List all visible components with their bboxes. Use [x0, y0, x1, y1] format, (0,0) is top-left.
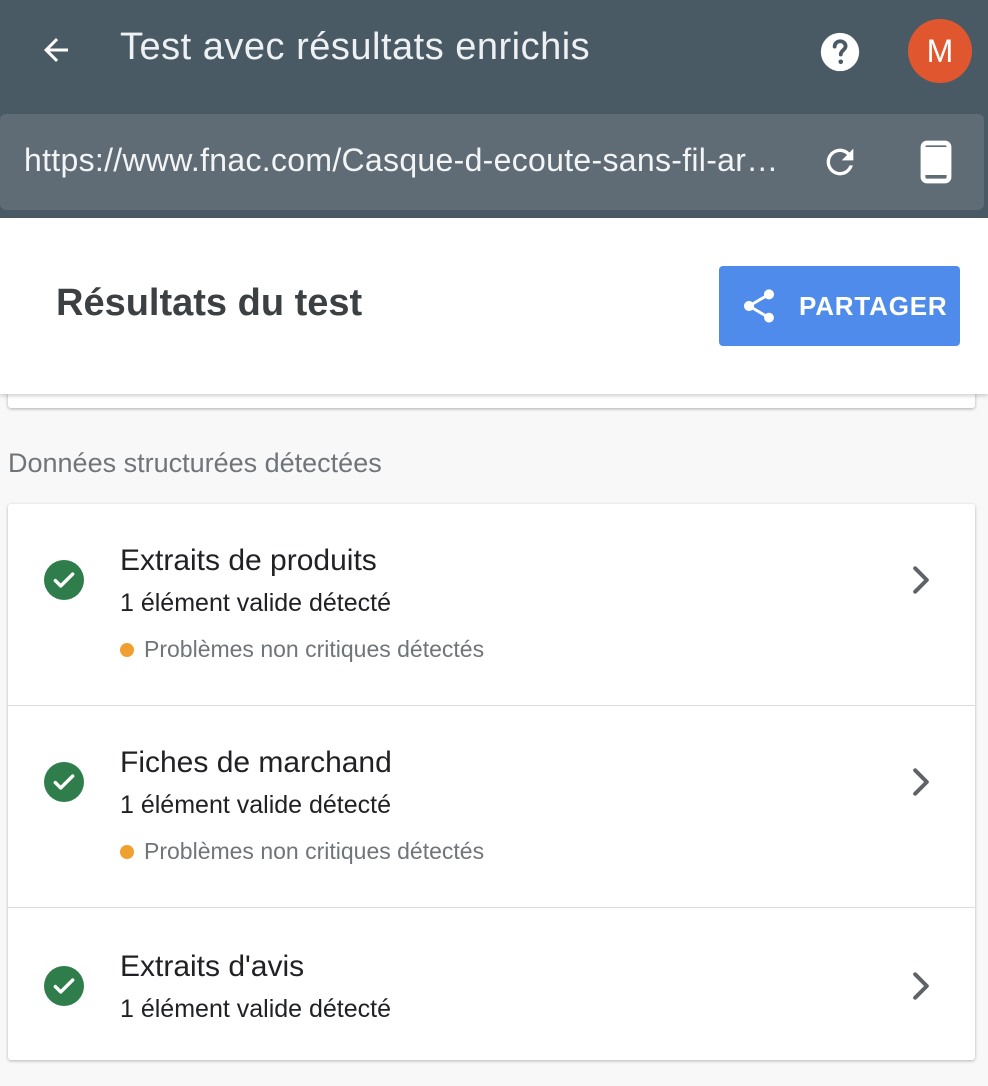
smartphone-icon — [920, 140, 952, 184]
url-field[interactable]: https://www.fnac.com/Casque-d-ecoute-san… — [24, 142, 788, 179]
reload-icon — [826, 148, 854, 176]
warning-status: Problèmes non critiques détectés — [120, 838, 484, 865]
results-title: Résultats du test — [56, 282, 363, 324]
item-subtitle: 1 élément valide détecté — [120, 995, 392, 1023]
check-circle-icon — [44, 762, 84, 802]
back-button[interactable] — [30, 22, 82, 78]
list-item-product-snippets[interactable]: Extraits de produits 1 élément valide dé… — [8, 504, 975, 705]
app-title: Test avec résultats enrichis — [120, 26, 591, 68]
share-button[interactable]: PARTAGER — [719, 266, 960, 346]
chevron-right-icon — [906, 764, 936, 800]
warning-dot — [120, 844, 134, 859]
item-title: Fiches de marchand — [120, 746, 392, 779]
section-label: Données structurées détectées — [8, 448, 382, 478]
results-header: Résultats du test PARTAGER — [0, 218, 988, 394]
help-icon — [820, 32, 860, 72]
check-circle-icon — [44, 560, 84, 600]
avatar[interactable]: M — [908, 19, 972, 83]
item-subtitle: 1 élément valide détecté — [120, 589, 392, 617]
device-toggle-button[interactable] — [906, 134, 966, 190]
warning-status: Problèmes non critiques détectés — [120, 636, 484, 663]
share-icon — [737, 284, 781, 328]
check-circle-icon — [44, 966, 84, 1006]
help-button[interactable] — [812, 24, 868, 80]
structured-data-card: Extraits de produits 1 élément valide dé… — [8, 504, 975, 1060]
warning-dot — [120, 642, 134, 657]
warning-text: Problèmes non critiques détectés — [144, 838, 485, 864]
share-label: PARTAGER — [799, 290, 948, 321]
chevron-right-icon — [906, 562, 936, 598]
chevron-right-icon — [906, 968, 936, 1004]
app-bar: Test avec résultats enrichis M https://w… — [0, 0, 988, 218]
reload-button[interactable] — [812, 136, 868, 188]
url-bar: https://www.fnac.com/Casque-d-ecoute-san… — [0, 114, 984, 210]
arrow-back-icon — [44, 38, 68, 62]
list-item-review-snippets[interactable]: Extraits d'avis 1 élément valide détecté — [8, 908, 975, 1060]
item-title: Extraits de produits — [120, 544, 377, 577]
item-subtitle: 1 élément valide détecté — [120, 791, 392, 819]
list-item-merchant-listings[interactable]: Fiches de marchand 1 élément valide déte… — [8, 706, 975, 907]
item-title: Extraits d'avis — [120, 950, 305, 983]
warning-text: Problèmes non critiques détectés — [144, 636, 485, 662]
